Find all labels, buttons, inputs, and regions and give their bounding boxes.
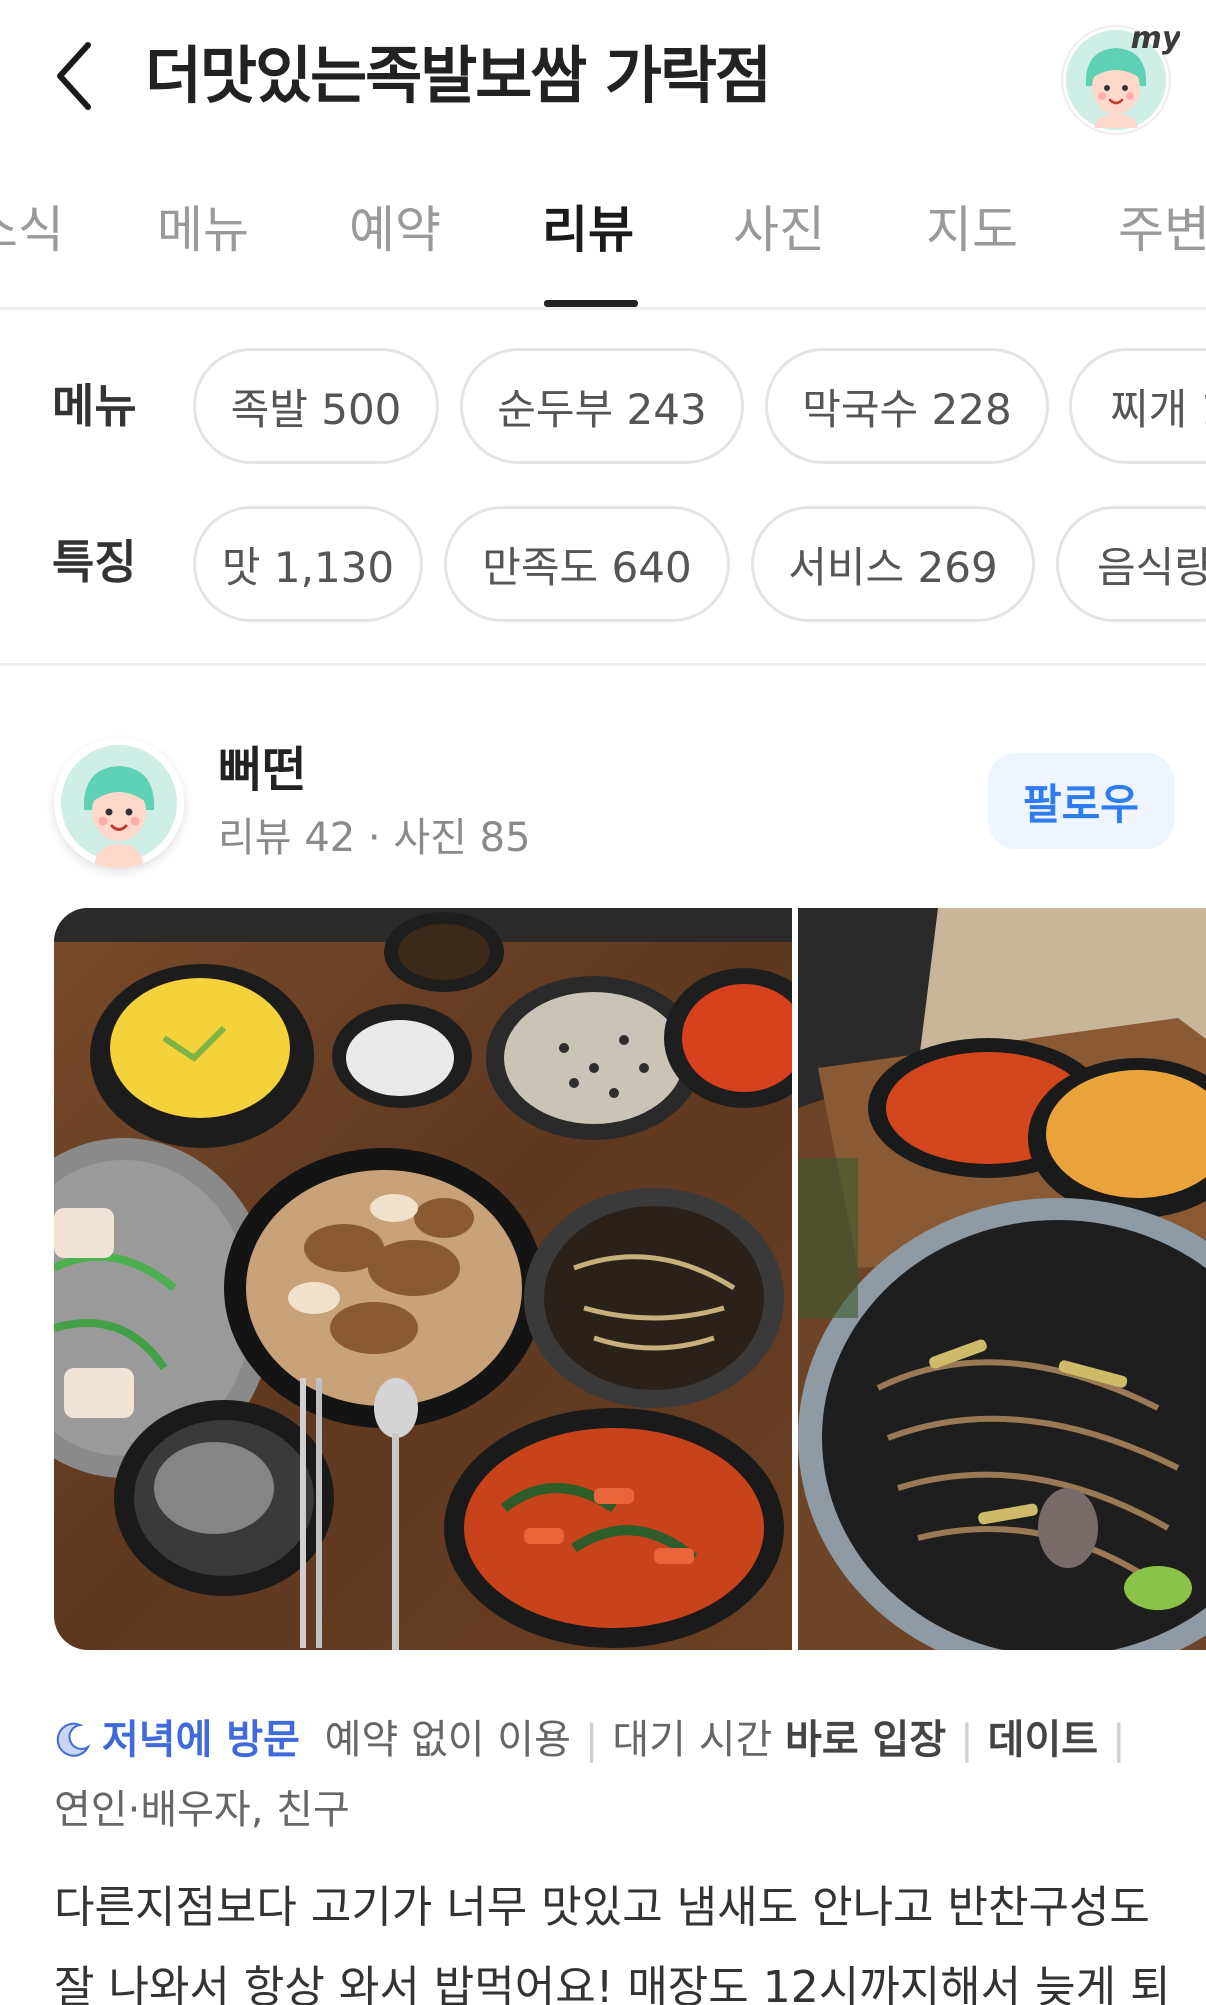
filter-chip-menu[interactable]: 순두부 243 bbox=[460, 348, 744, 464]
filter-chip-menu[interactable]: 찌개 1 bbox=[1069, 348, 1206, 464]
active-tab-indicator bbox=[544, 300, 638, 307]
visit-time: 저녁에 방문 bbox=[102, 1717, 300, 1763]
tab-review[interactable]: 리뷰 bbox=[542, 190, 634, 270]
reviewer-stats: 리뷰 42 · 사진 85 bbox=[218, 815, 531, 861]
review-photo[interactable] bbox=[54, 908, 792, 1650]
moon-icon bbox=[56, 1722, 91, 1757]
filter-chip-feature[interactable]: 만족도 640 bbox=[444, 506, 730, 622]
review-body[interactable]: 다른지점보다 고기가 너무 맛있고 냄새도 안나고 반찬구성도 잘 나와서 항상… bbox=[54, 1868, 1194, 2005]
tab-nearby[interactable]: 주변 bbox=[1118, 190, 1206, 270]
visit-info: 저녁에 방문 예약 없이 이용 | 대기 시간 바로 입장 | 데이트 | 연인·배우자,… bbox=[54, 1717, 1126, 1833]
tab-reservation[interactable]: 예약 bbox=[349, 190, 441, 270]
tab-map[interactable]: 지도 bbox=[926, 190, 1018, 270]
my-profile-button[interactable]: my bbox=[1058, 16, 1183, 138]
visit-companions: 연인·배우자, 친구 bbox=[54, 1787, 350, 1833]
menu-filter-label: 메뉴 bbox=[52, 379, 137, 433]
tab-menu[interactable]: 메뉴 bbox=[157, 190, 249, 270]
reviewer-name[interactable]: 뻐떤 bbox=[218, 740, 306, 800]
page-title: 더맛있는족발보쌈 가락점 bbox=[145, 39, 772, 112]
feature-filter-label: 특징 bbox=[52, 535, 137, 589]
reviewer-avatar[interactable] bbox=[54, 738, 184, 868]
visit-wait-value: 바로 입장 bbox=[785, 1717, 947, 1763]
back-button[interactable] bbox=[44, 36, 104, 116]
tab-news[interactable]: 소식 bbox=[0, 190, 64, 270]
svg-text:my: my bbox=[1131, 21, 1180, 56]
tab-bar: 소식 메뉴 예약 리뷰 사진 지도 주변 bbox=[0, 180, 1206, 310]
visit-wait-label: 대기 시간 bbox=[612, 1717, 773, 1763]
my-avatar-icon: my bbox=[1061, 21, 1183, 135]
tab-photos[interactable]: 사진 bbox=[733, 190, 825, 270]
filter-chip-feature[interactable]: 음식량 bbox=[1056, 506, 1206, 622]
back-chevron-icon bbox=[57, 42, 91, 110]
visit-reservation: 예약 없이 이용 bbox=[324, 1717, 571, 1763]
review-text-line: 다른지점보다 고기가 너무 맛있고 냄새도 안나고 반찬구성도 bbox=[54, 1882, 1150, 1933]
review-text-line: 잘 나와서 항상 와서 밥먹어요! 매장도 12시까지해서 늦게 퇴 bbox=[54, 1962, 1171, 2005]
visit-purpose: 데이트 bbox=[987, 1717, 1099, 1763]
reviewer-avatar-icon bbox=[61, 745, 177, 868]
review-photos bbox=[54, 908, 1206, 1650]
follow-button[interactable]: 팔로우 bbox=[988, 753, 1174, 849]
filter-chip-feature[interactable]: 맛 1,130 bbox=[193, 506, 423, 622]
review-photo[interactable] bbox=[798, 908, 1206, 1650]
review-keyword-filters: 메뉴 족발 500 순두부 243 막국수 228 찌개 1 특징 맛 1,13… bbox=[0, 310, 1206, 666]
header: 더맛있는족발보쌈 가락점 my bbox=[0, 0, 1206, 150]
filter-chip-menu[interactable]: 막국수 228 bbox=[765, 348, 1049, 464]
filter-chip-menu[interactable]: 족발 500 bbox=[193, 348, 439, 464]
filter-chip-feature[interactable]: 서비스 269 bbox=[751, 506, 1035, 622]
